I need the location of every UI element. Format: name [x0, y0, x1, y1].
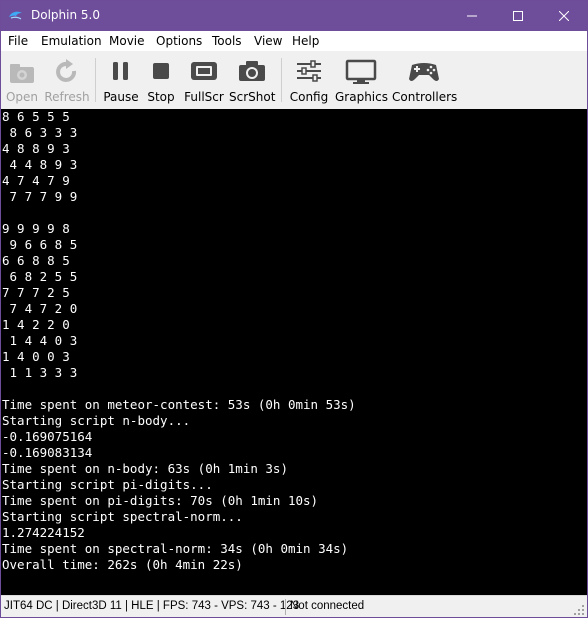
console-line: 7 7 7 2 5 — [2, 285, 70, 300]
graphics-label: Graphics — [335, 90, 388, 104]
console-line: 1 4 2 2 0 — [2, 317, 70, 332]
console-line: Overall time: 262s (0h 4min 22s) — [2, 557, 243, 572]
console-line: -0.169083134 — [2, 445, 93, 460]
console-line: Time spent on spectral-norm: 34s (0h 0mi… — [2, 541, 349, 556]
menu-file[interactable]: File — [8, 34, 28, 48]
menu-emulation[interactable]: Emulation — [41, 34, 102, 48]
status-bar: JIT64 DC | Direct3D 11 | HLE | FPS: 743 … — [1, 595, 587, 617]
menu-view[interactable]: View — [254, 34, 282, 48]
close-button[interactable] — [541, 1, 587, 31]
console-line: 7 4 7 2 0 — [2, 301, 78, 316]
console-line: 1.274224152 — [2, 525, 85, 540]
title-bar[interactable]: Dolphin 5.0 — [1, 1, 587, 31]
console-line: 1 4 0 0 3 — [2, 349, 70, 364]
toolbar-separator — [95, 58, 96, 102]
console-line: 4 7 4 7 9 — [2, 173, 70, 188]
screenshot-button[interactable]: ScrShot — [229, 52, 275, 108]
config-button[interactable]: Config — [288, 52, 330, 108]
toolbar: Open Refresh Pause Stop FullScr ScrShot … — [1, 52, 587, 108]
sliders-icon — [297, 60, 321, 82]
fullscreen-icon — [191, 62, 217, 80]
folder-icon — [10, 64, 34, 83]
resize-grip-icon[interactable] — [574, 605, 585, 616]
console-lines: 8 6 5 5 5 8 6 3 3 34 8 8 9 3 4 4 8 9 34 … — [1, 109, 587, 573]
toolbar-separator — [281, 58, 282, 102]
window-title: Dolphin 5.0 — [31, 8, 100, 22]
stop-button[interactable]: Stop — [144, 52, 178, 108]
menu-tools[interactable]: Tools — [212, 34, 242, 48]
pause-icon — [113, 62, 128, 80]
console-line: 6 8 2 5 5 — [2, 269, 78, 284]
open-label: Open — [5, 90, 39, 104]
dolphin-window: Dolphin 5.0 File Emulation Movie Options… — [0, 0, 588, 618]
console-line: 7 7 7 9 9 — [2, 189, 78, 204]
console-line: -0.169075164 — [2, 429, 93, 444]
stop-icon — [153, 63, 169, 79]
refresh-icon — [56, 59, 77, 82]
console-line: 9 9 9 9 8 — [2, 221, 70, 236]
console-line: Starting script n-body... — [2, 413, 191, 428]
gamepad-icon — [409, 63, 439, 81]
menu-bar: File Emulation Movie Options Tools View … — [1, 31, 587, 51]
close-icon — [559, 11, 569, 21]
menu-help[interactable]: Help — [292, 34, 319, 48]
screenshot-label: ScrShot — [229, 90, 276, 104]
console-line: 8 6 3 3 3 — [2, 125, 78, 140]
controllers-label: Controllers — [392, 90, 458, 104]
fullscreen-label: FullScr — [184, 90, 224, 104]
dolphin-icon — [8, 8, 24, 24]
status-emulation-info: JIT64 DC | Direct3D 11 | HLE | FPS: 743 … — [4, 600, 300, 612]
refresh-button[interactable]: Refresh — [43, 52, 91, 108]
console-line: Time spent on meteor-contest: 53s (0h 0m… — [2, 397, 356, 412]
pause-button[interactable]: Pause — [101, 52, 141, 108]
console-output[interactable]: 8 6 5 5 5 8 6 3 3 34 8 8 9 3 4 4 8 9 34 … — [1, 109, 587, 595]
pause-label: Pause — [103, 90, 139, 104]
camera-icon — [239, 61, 265, 81]
console-line: Starting script pi-digits... — [2, 477, 213, 492]
console-line: 6 6 8 8 5 — [2, 253, 70, 268]
fullscreen-button[interactable]: FullScr — [182, 52, 226, 108]
status-netplay: Not connected — [290, 600, 365, 612]
console-line: 8 6 5 5 5 — [2, 109, 70, 124]
menu-options[interactable]: Options — [156, 34, 202, 48]
controllers-button[interactable]: Controllers — [392, 52, 458, 108]
minimize-button[interactable] — [449, 1, 495, 31]
stop-label: Stop — [147, 90, 175, 104]
console-line: Time spent on pi-digits: 70s (0h 1min 10… — [2, 493, 319, 508]
graphics-button[interactable]: Graphics — [335, 52, 388, 108]
minimize-icon — [467, 15, 477, 17]
config-label: Config — [289, 90, 329, 104]
console-line: 1 4 4 0 3 — [2, 333, 78, 348]
maximize-icon — [513, 11, 523, 21]
console-line: 4 4 8 9 3 — [2, 157, 78, 172]
console-line: Time spent on n-body: 63s (0h 1min 3s) — [2, 461, 288, 476]
monitor-icon — [345, 59, 377, 84]
console-line: 9 6 6 8 5 — [2, 237, 78, 252]
console-line: 4 8 8 9 3 — [2, 141, 70, 156]
refresh-label: Refresh — [44, 90, 90, 104]
console-line: Starting script spectral-norm... — [2, 509, 243, 524]
maximize-button[interactable] — [495, 1, 541, 31]
status-divider — [285, 599, 286, 615]
console-line: 1 1 3 3 3 — [2, 365, 78, 380]
open-button[interactable]: Open — [3, 52, 41, 108]
menu-movie[interactable]: Movie — [109, 34, 145, 48]
